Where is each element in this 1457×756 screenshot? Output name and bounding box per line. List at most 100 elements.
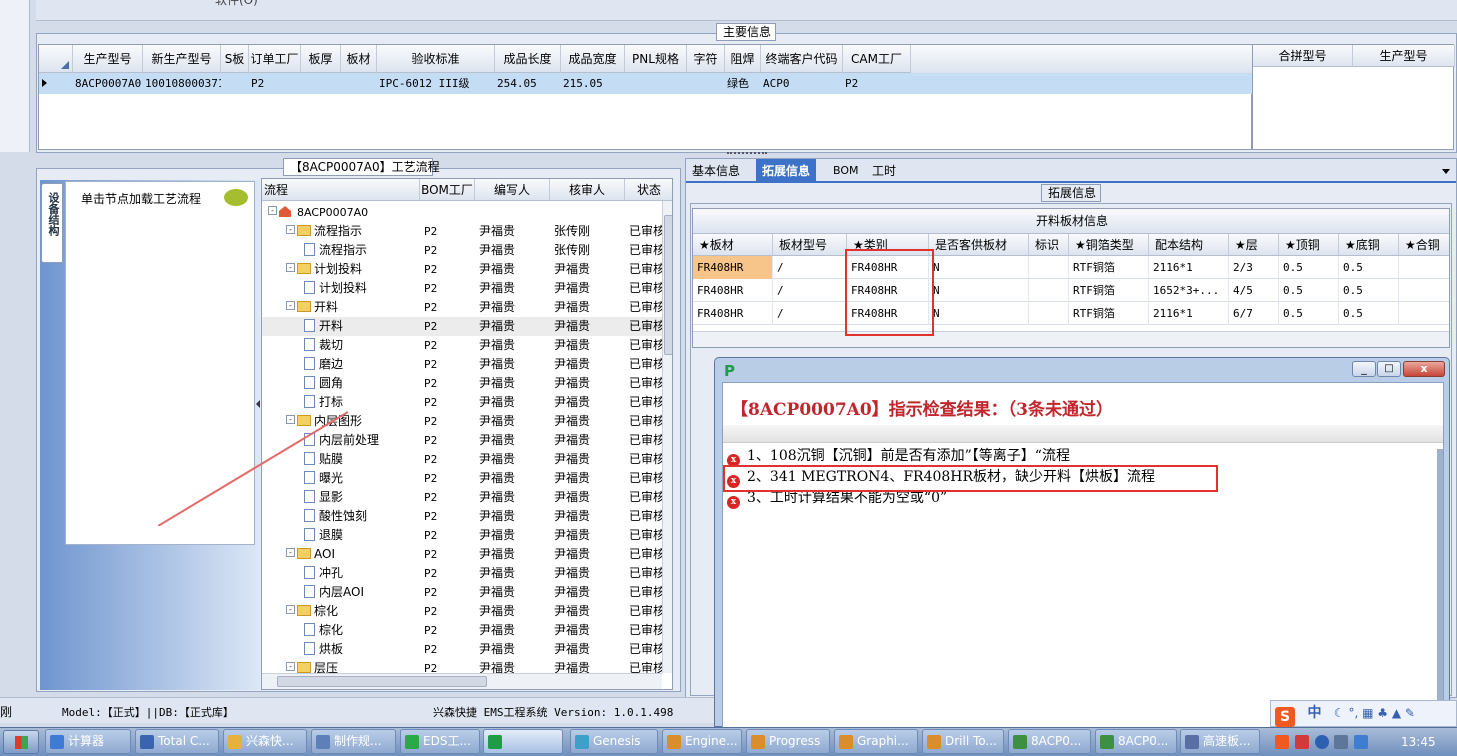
tree-row[interactable]: 显影 P2 尹福贵 尹福贵 已审核 — [262, 488, 672, 507]
side-tab-device[interactable]: 设备结构 — [41, 183, 63, 263]
taskbar-item[interactable]: Genesis — [570, 729, 658, 754]
tray-flag-icon[interactable] — [1354, 735, 1369, 749]
main-col-header[interactable]: 板厚 — [301, 45, 341, 73]
material-cell[interactable]: 0.5 — [1339, 256, 1399, 279]
tree-row[interactable]: - 8ACP0007A0 — [262, 203, 672, 222]
taskbar-item[interactable]: 高速板... — [1180, 729, 1260, 754]
tree-col-header[interactable]: 编写人 — [475, 179, 550, 201]
tree-col-header[interactable]: 状态 — [625, 179, 672, 201]
collapse-icon[interactable]: - — [286, 605, 295, 614]
tree-node[interactable]: 内层AOI — [304, 583, 420, 602]
material-col-header[interactable]: ★顶铜 — [1279, 234, 1339, 256]
taskbar-item[interactable]: 制作规... — [311, 729, 396, 754]
tree-row[interactable]: 贴膜 P2 尹福贵 尹福贵 已审核 — [262, 450, 672, 469]
tree-node[interactable]: 退膜 — [304, 526, 420, 545]
material-col-header[interactable]: ★板材 — [693, 234, 773, 256]
material-cell[interactable] — [1399, 256, 1449, 279]
material-cell[interactable] — [1029, 256, 1069, 279]
collapse-icon[interactable]: - — [286, 662, 295, 671]
tree-node[interactable]: - 开料 — [286, 298, 420, 317]
material-cell[interactable]: RTF铜箔 — [1069, 302, 1149, 325]
material-row[interactable]: FR408HR / FR408HR N RTF铜箔 2116*1 2/3 0.5 0.5 — [693, 256, 1449, 279]
sogou-icon[interactable]: S — [1275, 707, 1295, 727]
tree-vscroll[interactable] — [662, 201, 672, 673]
tree-node[interactable]: 计划投料 — [304, 279, 420, 298]
taskbar-item[interactable]: Graphi... — [834, 729, 918, 754]
main-grid-cell[interactable]: P2 — [251, 73, 301, 94]
material-cell[interactable]: N — [929, 256, 1029, 279]
material-cell[interactable]: / — [773, 279, 847, 302]
main-col-header[interactable]: 成品长度 — [495, 45, 561, 73]
main-grid-cell[interactable]: 8ACP0007A0 — [75, 73, 143, 94]
tree-row[interactable]: 内层AOI P2 尹福贵 尹福贵 已审核 — [262, 583, 672, 602]
taskbar-item[interactable]: EDS工... — [400, 729, 480, 754]
material-col-header[interactable]: 配本结构 — [1149, 234, 1229, 256]
dialog-vscroll-edge[interactable] — [1437, 449, 1443, 719]
tree-node[interactable]: 磨边 — [304, 355, 420, 374]
material-col-header[interactable]: 标识 — [1029, 234, 1069, 256]
tray-clock[interactable]: 13:45 — [1401, 730, 1436, 754]
material-cell[interactable]: N — [929, 302, 1029, 325]
material-cell[interactable]: / — [773, 302, 847, 325]
material-row[interactable]: FR408HR / FR408HR N RTF铜箔 2116*1 6/7 0.5 0.5 — [693, 302, 1449, 325]
dialog-close-button[interactable]: x — [1403, 361, 1445, 377]
tree-row[interactable]: 曝光 P2 尹福贵 尹福贵 已审核 — [262, 469, 672, 488]
material-col-header[interactable]: ★合铜 — [1399, 234, 1449, 256]
main-col-header[interactable]: 生产型号 — [73, 45, 143, 73]
tab-dropdown-icon[interactable] — [1442, 169, 1450, 174]
main-col-header[interactable]: CAM工厂 — [843, 45, 911, 73]
tree-row[interactable]: 棕化 P2 尹福贵 尹福贵 已审核 — [262, 621, 672, 640]
tab-bom[interactable]: BOM — [827, 159, 865, 183]
tree-row[interactable]: 酸性蚀刻 P2 尹福贵 尹福贵 已审核 — [262, 507, 672, 526]
main-grid-cell[interactable] — [223, 73, 249, 94]
main-col-header[interactable]: S板 — [221, 45, 249, 73]
material-col-header[interactable]: ★层 — [1229, 234, 1279, 256]
main-grid-row[interactable]: 8ACP0007A010010800037133P2IPC-6012 III级2… — [39, 73, 1253, 94]
tree-node[interactable]: 打标 — [304, 393, 420, 412]
material-cell[interactable]: FR408HR — [693, 256, 773, 279]
tree-row[interactable]: 冲孔 P2 尹福贵 尹福贵 已审核 — [262, 564, 672, 583]
splitter-arrow-icon[interactable] — [256, 400, 260, 408]
material-cell[interactable] — [1029, 279, 1069, 302]
collapse-icon[interactable]: - — [286, 263, 295, 272]
collapse-icon[interactable]: - — [286, 225, 295, 234]
tree-row[interactable]: 开料 P2 尹福贵 尹福贵 已审核 — [262, 317, 672, 336]
ime-mode-label[interactable]: 中 — [1307, 705, 1321, 721]
tree-row[interactable]: 磨边 P2 尹福贵 尹福贵 已审核 — [262, 355, 672, 374]
main-col-header[interactable]: 板材 — [341, 45, 377, 73]
material-col-header[interactable]: 是否客供板材 — [929, 234, 1029, 256]
material-hscroll[interactable] — [693, 331, 1449, 347]
tree-col-header[interactable]: 核审人 — [550, 179, 625, 201]
main-col-header[interactable]: PNL规格 — [625, 45, 687, 73]
material-cell[interactable]: 6/7 — [1229, 302, 1279, 325]
tree-node[interactable]: - 流程指示 — [286, 222, 420, 241]
material-cell[interactable]: 1652*3+... — [1149, 279, 1229, 302]
dialog-minimize-button[interactable]: _ — [1352, 361, 1376, 377]
dialog-maximize-button[interactable]: □ — [1377, 361, 1401, 377]
main-grid-cell[interactable]: IPC-6012 III级 — [379, 73, 495, 94]
collapse-icon[interactable]: - — [286, 415, 295, 424]
material-cell[interactable]: 0.5 — [1279, 302, 1339, 325]
material-cell[interactable]: 2116*1 — [1149, 256, 1229, 279]
taskbar-item[interactable]: Drill To... — [922, 729, 1004, 754]
tree-row[interactable]: 圆角 P2 尹福贵 尹福贵 已审核 — [262, 374, 672, 393]
tree-col-header[interactable]: 流程 — [262, 179, 420, 201]
merge-col-header[interactable]: 合拼型号 — [1253, 45, 1353, 67]
collapse-icon[interactable]: - — [268, 206, 277, 215]
main-grid-cell[interactable] — [343, 73, 377, 94]
collapse-icon[interactable]: - — [286, 548, 295, 557]
material-cell[interactable] — [1399, 302, 1449, 325]
material-cell[interactable]: N — [929, 279, 1029, 302]
tree-node[interactable]: - 内层图形 — [286, 412, 420, 431]
tree-node[interactable]: 内层前处理 — [304, 431, 420, 450]
tree-node[interactable]: - AOI — [286, 545, 420, 564]
tree-node[interactable]: 贴膜 — [304, 450, 420, 469]
taskbar-item[interactable]: Total C... — [135, 729, 219, 754]
tree-row[interactable]: 流程指示 P2 尹福贵 张传刚 已审核 — [262, 241, 672, 260]
material-cell[interactable]: 4/5 — [1229, 279, 1279, 302]
material-cell[interactable]: RTF铜箔 — [1069, 256, 1149, 279]
material-cell[interactable]: 0.5 — [1339, 302, 1399, 325]
tab-ext-info[interactable]: 拓展信息 — [756, 159, 817, 183]
start-button[interactable] — [3, 730, 39, 754]
tree-row[interactable]: - 棕化 P2 尹福贵 尹福贵 已审核 — [262, 602, 672, 621]
